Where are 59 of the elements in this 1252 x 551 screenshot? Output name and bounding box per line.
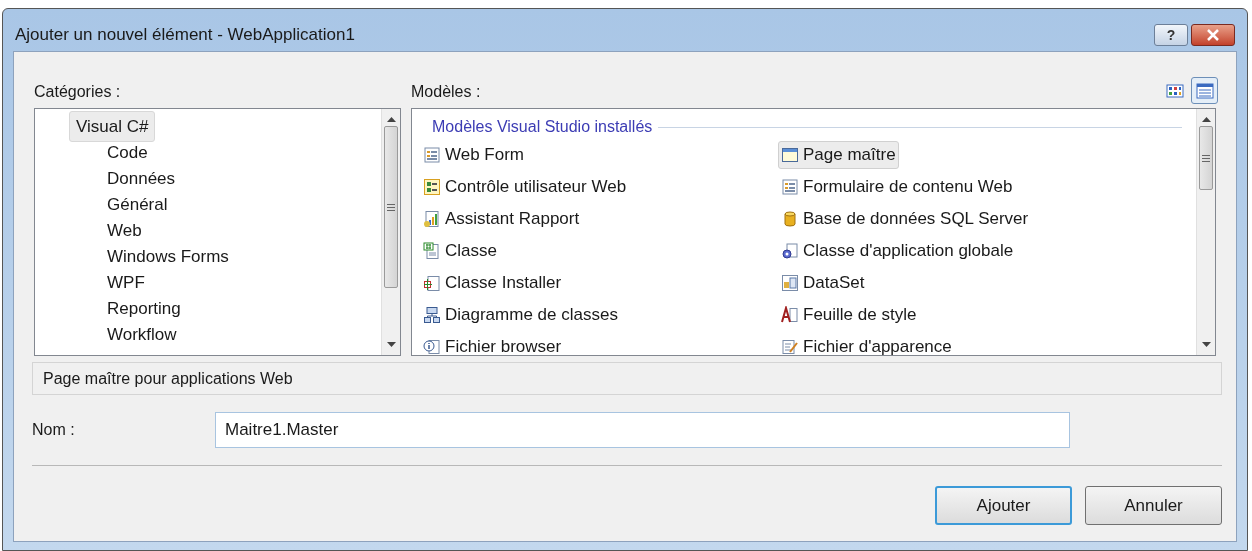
templates-label: Modèles : [411, 82, 482, 102]
grid-icon [1165, 82, 1184, 99]
category-item[interactable]: Web [100, 217, 149, 245]
template-item[interactable]: Formulaire de contenu Web [778, 173, 1016, 201]
template-item[interactable]: Page maître [778, 141, 899, 169]
template-item[interactable]: Base de données SQL Server [778, 205, 1032, 233]
scroll-down-icon[interactable] [386, 342, 396, 348]
cancel-button[interactable]: Annuler [1085, 486, 1222, 525]
help-button[interactable]: ? [1154, 24, 1188, 46]
class-file-icon [423, 242, 441, 260]
template-item[interactable]: Diagramme de classes [420, 301, 621, 329]
categories-label: Catégories : [34, 82, 122, 102]
group-header: Modèles Visual Studio installés [432, 117, 653, 137]
gear-icon [781, 242, 799, 260]
scroll-down-icon[interactable] [1201, 342, 1211, 348]
close-button[interactable] [1191, 24, 1235, 46]
category-item[interactable]: Général [100, 191, 175, 219]
installer-icon [423, 274, 441, 292]
description-text: Page maître pour applications Web [43, 368, 293, 389]
report-icon [423, 210, 441, 228]
form-icon [781, 178, 799, 196]
scrollbar-thumb[interactable] [384, 126, 398, 288]
add-button[interactable]: Ajouter [935, 486, 1072, 525]
template-item[interactable]: Assistant Rapport [420, 205, 583, 233]
dataset-icon [781, 274, 799, 292]
diagram-icon [423, 306, 441, 324]
database-icon [781, 210, 799, 228]
template-item[interactable]: DataSet [778, 269, 868, 297]
style-sheet-icon [781, 306, 799, 324]
scroll-up-icon[interactable] [1201, 116, 1211, 122]
template-item[interactable]: Classe d'application globale [778, 237, 1017, 265]
scroll-up-icon[interactable] [386, 116, 396, 122]
template-item[interactable]: Contrôle utilisateur Web [420, 173, 630, 201]
window-title: Ajouter un nouvel élément - WebApplication1 [14, 24, 356, 47]
category-item[interactable]: Workflow [100, 321, 184, 349]
template-item[interactable]: Classe [420, 237, 500, 265]
category-item[interactable]: Données [100, 165, 183, 193]
template-item[interactable]: Classe Installer [420, 269, 565, 297]
details-list-icon [1195, 82, 1214, 99]
name-input[interactable]: Maitre1.Master [215, 412, 1070, 448]
list-view-button[interactable] [1191, 77, 1218, 104]
window-icon [781, 146, 799, 164]
form-icon [423, 146, 441, 164]
grip-icon [387, 203, 395, 211]
name-label: Nom : [32, 420, 76, 440]
category-item[interactable]: Reporting [100, 295, 188, 323]
scrollbar[interactable] [1196, 109, 1215, 355]
control-icon [423, 178, 441, 196]
grip-icon [1202, 154, 1210, 162]
category-item[interactable]: Visual C# [69, 110, 156, 143]
template-item[interactable]: Feuille de style [778, 301, 920, 329]
template-item[interactable]: Web Form [420, 141, 528, 169]
scrollbar[interactable] [381, 109, 400, 355]
template-item[interactable]: Fichier d'apparence [778, 333, 955, 355]
scrollbar-thumb[interactable] [1199, 126, 1213, 190]
template-item[interactable]: Fichier browser [420, 333, 565, 355]
category-item[interactable]: Windows Forms [100, 243, 236, 271]
category-item[interactable]: WPF [100, 269, 152, 297]
close-icon [1206, 29, 1220, 41]
